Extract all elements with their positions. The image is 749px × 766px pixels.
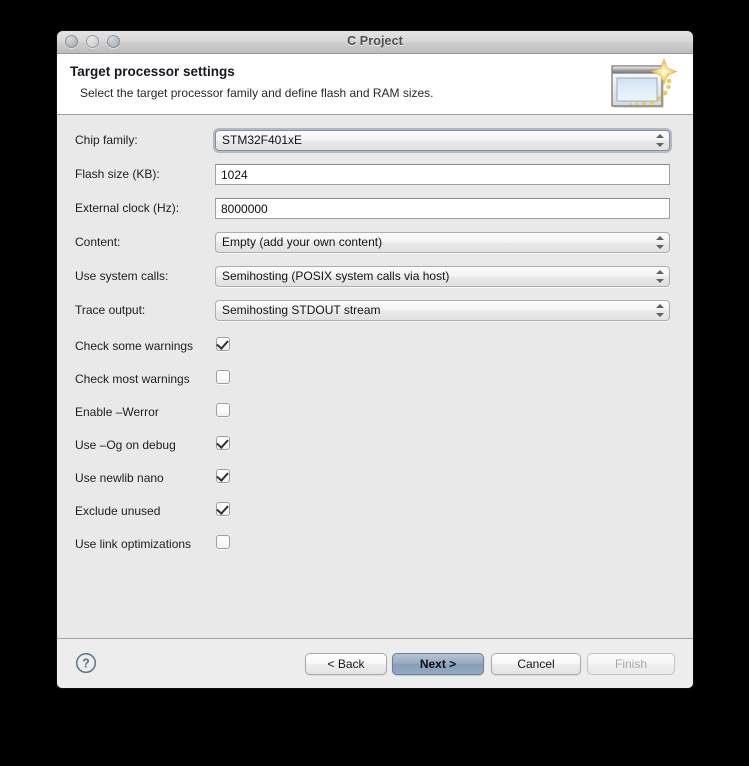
content-value: Empty (add your own content) xyxy=(222,235,383,249)
label-external-clock: External clock (Hz): xyxy=(75,201,180,215)
system-calls-combo[interactable]: Semihosting (POSIX system calls via host… xyxy=(215,266,670,287)
chevron-updown-icon[interactable] xyxy=(655,132,666,149)
checkbox-row-check-some-warnings[interactable]: Check some warnings xyxy=(57,337,693,357)
chevron-updown-icon[interactable] xyxy=(655,302,666,319)
checkbox-check-some-warnings[interactable] xyxy=(216,337,230,351)
checkbox-row-check-most-warnings[interactable]: Check most warnings xyxy=(57,370,693,390)
label-exclude-unused: Exclude unused xyxy=(75,504,161,518)
checkbox-use-newlib-nano[interactable] xyxy=(216,469,230,483)
label-use-og-on-debug: Use –Og on debug xyxy=(75,438,176,452)
field-row-external-clock: External clock (Hz): 8000000 xyxy=(57,198,693,222)
label-use-newlib-nano: Use newlib nano xyxy=(75,471,164,485)
trace-output-value: Semihosting STDOUT stream xyxy=(222,303,381,317)
wizard-window-sparkle-icon xyxy=(601,55,685,113)
checkbox-row-use-og-on-debug[interactable]: Use –Og on debug xyxy=(57,436,693,456)
field-row-trace-output: Trace output: Semihosting STDOUT stream xyxy=(57,300,693,324)
checkbox-use-og-on-debug[interactable] xyxy=(216,436,230,450)
label-system-calls: Use system calls: xyxy=(75,269,169,283)
cancel-button[interactable]: Cancel xyxy=(491,653,581,675)
field-row-flash-size: Flash size (KB): 1024 xyxy=(57,164,693,188)
checkbox-enable-werror[interactable] xyxy=(216,403,230,417)
field-row-content: Content: Empty (add your own content) xyxy=(57,232,693,256)
content-combo[interactable]: Empty (add your own content) xyxy=(215,232,670,253)
checkbox-row-enable-werror[interactable]: Enable –Werror xyxy=(57,403,693,423)
field-row-system-calls: Use system calls: Semihosting (POSIX sys… xyxy=(57,266,693,290)
checkbox-row-exclude-unused[interactable]: Exclude unused xyxy=(57,502,693,522)
system-calls-value: Semihosting (POSIX system calls via host… xyxy=(222,269,450,283)
settings-content: Chip family: STM32F401xE Flash size (KB)… xyxy=(57,115,693,638)
label-check-some-warnings: Check some warnings xyxy=(75,339,194,353)
back-button[interactable]: < Back xyxy=(305,653,387,675)
label-use-link-optimizations: Use link optimizations xyxy=(75,537,192,551)
flash-size-value: 1024 xyxy=(221,168,248,182)
help-icon[interactable]: ? xyxy=(75,652,97,674)
label-content: Content: xyxy=(75,235,121,249)
window-titlebar[interactable]: C Project xyxy=(57,31,693,54)
label-flash-size: Flash size (KB): xyxy=(75,167,160,181)
external-clock-value: 8000000 xyxy=(221,202,268,216)
checkbox-exclude-unused[interactable] xyxy=(216,502,230,516)
label-chip-family: Chip family: xyxy=(75,133,138,147)
dialog-button-bar: ? < Back Next > Cancel Finish xyxy=(57,638,693,688)
chip-family-combo[interactable]: STM32F401xE xyxy=(215,130,670,151)
wizard-banner: Target processor settings Select the tar… xyxy=(57,54,693,115)
c-project-dialog-window: C Project Target processor settings Sele… xyxy=(57,31,693,688)
next-button[interactable]: Next > xyxy=(392,653,484,675)
label-check-most-warnings: Check most warnings xyxy=(75,372,190,386)
checkbox-row-use-link-optimizations[interactable]: Use link optimizations xyxy=(57,535,693,555)
label-enable-werror: Enable –Werror xyxy=(75,405,159,419)
page-subtitle: Select the target processor family and d… xyxy=(80,86,434,100)
checkbox-row-use-newlib-nano[interactable]: Use newlib nano xyxy=(57,469,693,489)
label-trace-output: Trace output: xyxy=(75,303,146,317)
svg-text:?: ? xyxy=(82,657,90,671)
flash-size-input[interactable]: 1024 xyxy=(215,164,670,185)
chip-family-value: STM32F401xE xyxy=(222,133,303,147)
trace-output-combo[interactable]: Semihosting STDOUT stream xyxy=(215,300,670,321)
finish-button: Finish xyxy=(587,653,675,675)
field-row-chip-family: Chip family: STM32F401xE xyxy=(57,130,693,154)
chevron-updown-icon[interactable] xyxy=(655,268,666,285)
external-clock-input[interactable]: 8000000 xyxy=(215,198,670,219)
page-title: Target processor settings xyxy=(70,64,235,79)
chevron-updown-icon[interactable] xyxy=(655,234,666,251)
checkbox-check-most-warnings[interactable] xyxy=(216,370,230,384)
checkbox-use-link-optimizations[interactable] xyxy=(216,535,230,549)
window-title: C Project xyxy=(347,34,403,48)
